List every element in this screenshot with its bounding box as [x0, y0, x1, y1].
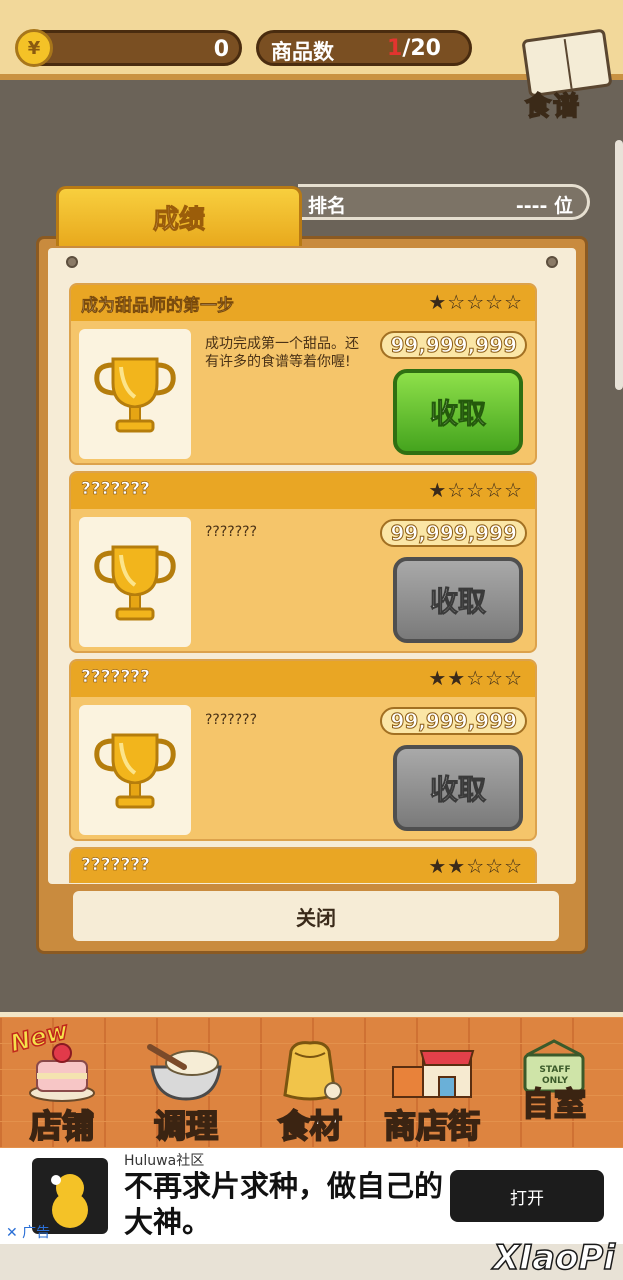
trophy-icon [94, 733, 176, 809]
ad-brand: Huluwa社区 [124, 1153, 205, 1169]
achievements-panel: 成为甜品师的第一步 ★☆☆☆☆ 成功完成第一个甜品。还有许多的食谱等着你喔! 9… [36, 236, 588, 954]
goods-total: /20 [402, 36, 441, 61]
goods-count: 1/20 [387, 36, 441, 61]
reward-amount: 99,999,999 [380, 707, 527, 735]
pin-icon [546, 256, 558, 268]
reward-amount: 99,999,999 [380, 331, 527, 359]
top-status-bar: ¥ 0 商品数 1/20 食谱 [0, 0, 623, 123]
goods-counter: 商品数 1/20 [256, 30, 472, 66]
tab-ranking[interactable]: 排名 ---- 位 [298, 184, 590, 220]
goods-current: 1 [387, 36, 403, 61]
star-rating: ★★☆☆☆ [428, 666, 523, 690]
claim-button[interactable]: 收取 [393, 369, 523, 455]
rank-value: ---- 位 [515, 195, 573, 217]
nav-my-room[interactable]: STAFF ONLY 自室 [498, 1027, 610, 1151]
coin-counter: ¥ 0 [15, 29, 242, 67]
coin-icon: ¥ [15, 29, 53, 67]
bottom-nav: New 店铺 调理 食材 商店街 STAFF ONLY 自室 [0, 1012, 623, 1148]
achievement-title: ??????? [81, 667, 151, 688]
achievement-card: ??????? ★★☆☆☆ ??????? 99,999,999 收取 [69, 659, 537, 841]
achievement-card: ??????? ★☆☆☆☆ ??????? 99,999,999 收取 [69, 471, 537, 653]
pin-icon [66, 256, 78, 268]
nav-label: 店铺 [29, 1106, 95, 1146]
stars-text: ★☆☆☆☆ [428, 478, 523, 502]
achievement-description: 成功完成第一个甜品。还有许多的食谱等着你喔! [205, 336, 359, 370]
claim-button[interactable]: 收取 [393, 557, 523, 643]
nav-label: 食材 [277, 1106, 343, 1146]
recipe-label: 食谱 [524, 91, 582, 123]
achievement-title: ??????? [81, 479, 151, 500]
goods-label: 商品数 [271, 40, 334, 64]
nav-shop[interactable]: New 店铺 [4, 1016, 120, 1151]
trophy-icon [94, 545, 176, 621]
watermark-logo: XIaoPi [493, 1237, 616, 1279]
rank-label: 排名 [308, 195, 347, 217]
achievement-title: ??????? [81, 855, 151, 876]
tab-achievements[interactable]: 成绩 [56, 186, 302, 246]
achievement-card: 成为甜品师的第一步 ★☆☆☆☆ 成功完成第一个甜品。还有许多的食谱等着你喔! 9… [69, 283, 537, 465]
ad-close-label[interactable]: ✕ 广告 [6, 1222, 50, 1242]
stars-text: ★☆☆☆☆ [428, 290, 523, 314]
nav-label: 自室 [521, 1084, 587, 1124]
ad-title: 不再求片求种，做自己的大神。 [124, 1169, 444, 1239]
star-rating: ★★☆☆☆ [428, 854, 523, 878]
achievement-card: ??????? ★★☆☆☆ [69, 847, 537, 883]
star-rating: ★☆☆☆☆ [428, 290, 523, 314]
nav-ingredients[interactable]: 食材 [252, 1027, 368, 1151]
recipe-button[interactable]: 食谱 [519, 28, 615, 124]
page-scrollbar[interactable] [615, 140, 623, 390]
achievement-description: ??????? [205, 524, 258, 540]
achievement-thumbnail [79, 517, 191, 647]
stars-text: ★★☆☆☆ [428, 666, 523, 690]
card-header: ??????? ★☆☆☆☆ [71, 473, 535, 509]
stars-text: ★★☆☆☆ [428, 854, 523, 878]
mixing-bowl-icon [147, 1044, 222, 1101]
claim-button[interactable]: 收取 [393, 745, 523, 831]
card-header: ??????? ★★☆☆☆ [71, 661, 535, 697]
nav-label: 商店街 [383, 1106, 481, 1146]
card-header: 成为甜品师的第一步 ★☆☆☆☆ [71, 285, 535, 321]
ad-banner[interactable]: Huluwa社区 不再求片求种，做自己的大神。 打开 ✕ 广告 [0, 1148, 623, 1244]
card-header: ??????? ★★☆☆☆ [71, 849, 535, 883]
ingredient-bag-icon [283, 1041, 342, 1101]
achievement-list[interactable]: 成为甜品师的第一步 ★☆☆☆☆ 成功完成第一个甜品。还有许多的食谱等着你喔! 9… [69, 283, 537, 883]
achievement-thumbnail [79, 705, 191, 835]
reward-amount: 99,999,999 [380, 519, 527, 547]
achievement-description: ??????? [205, 712, 258, 728]
achievement-thumbnail [79, 329, 191, 459]
trophy-icon [94, 357, 176, 433]
coin-value: 0 [213, 37, 229, 62]
achievement-title: 成为甜品师的第一步 [81, 296, 235, 317]
close-button[interactable]: 关闭 [73, 891, 559, 941]
nav-label: 调理 [153, 1106, 219, 1146]
ad-open-button[interactable]: 打开 [450, 1170, 604, 1222]
nav-cooking[interactable]: 调理 [128, 1027, 244, 1151]
nav-shopping-street[interactable]: 商店街 [368, 1027, 496, 1151]
shop-street-icon [392, 1050, 475, 1098]
star-rating: ★☆☆☆☆ [428, 478, 523, 502]
